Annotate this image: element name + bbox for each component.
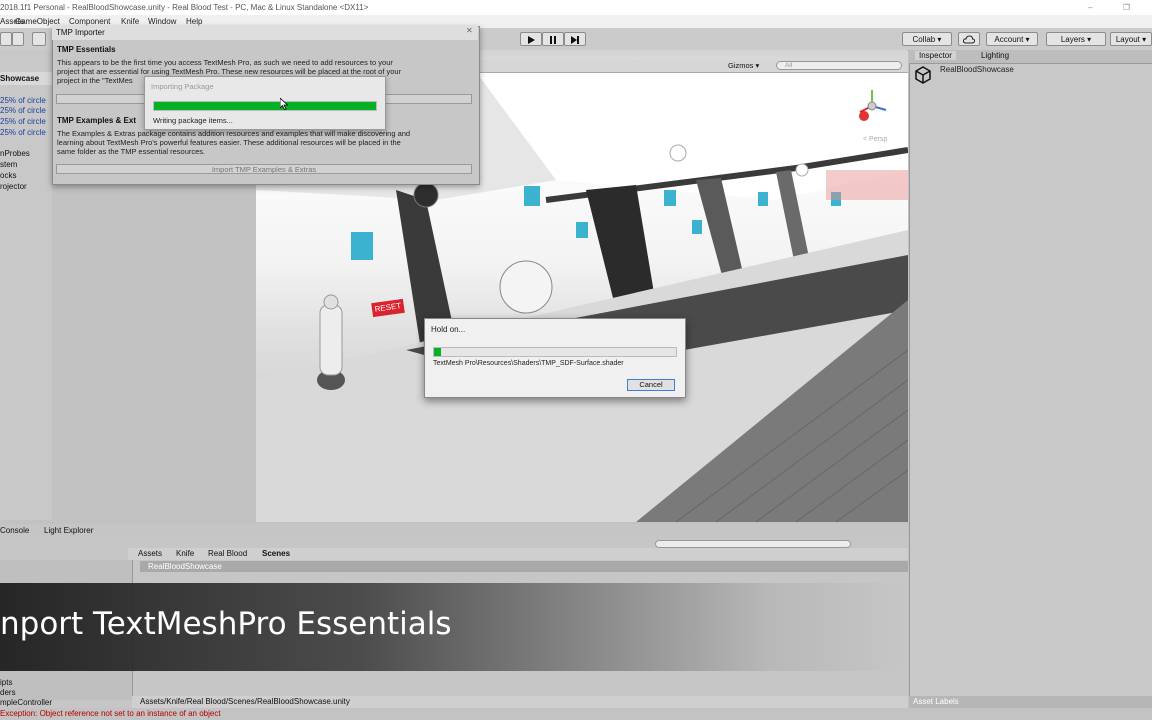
- hierarchy-item[interactable]: 25% of circle: [0, 117, 46, 126]
- inspector-tab-bar: Inspector Lighting: [909, 50, 1152, 64]
- hold-on-dialog: Hold on... TextMesh Pro\Resources\Shader…: [424, 318, 686, 398]
- essentials-text-3: project in the "TextMes: [57, 76, 133, 85]
- minimize-icon[interactable]: –: [1088, 3, 1106, 12]
- breadcrumb-knife[interactable]: Knife: [176, 549, 194, 558]
- importing-status: Writing package items...: [153, 116, 233, 125]
- mouse-cursor-icon: [279, 97, 289, 112]
- step-button[interactable]: [564, 32, 586, 46]
- examples-heading: TMP Examples & Ext: [57, 116, 136, 125]
- account-dropdown[interactable]: Account ▾: [986, 32, 1038, 46]
- persp-label[interactable]: < Persp: [863, 136, 887, 143]
- layers-dropdown[interactable]: Layers ▾: [1046, 32, 1106, 46]
- layers-label: Layers: [1060, 35, 1085, 44]
- scene-gizmo-axis[interactable]: [854, 86, 890, 128]
- window-controls: – ❐: [1088, 0, 1144, 15]
- tab-console[interactable]: Console: [0, 526, 29, 535]
- cloud-icon: [962, 35, 976, 44]
- gizmos-dropdown[interactable]: Gizmos ▾: [728, 61, 759, 70]
- import-progress-bar: [153, 101, 377, 111]
- asset-path-bar: Assets/Knife/Real Blood/Scenes/RealBlood…: [132, 696, 908, 708]
- step-icon: [571, 36, 579, 44]
- import-progress-fill: [154, 102, 376, 110]
- pause-icon: [550, 36, 556, 44]
- status-bar: Exception: Object reference not set to a…: [0, 708, 1152, 720]
- asset-labels-title[interactable]: Asset Labels: [913, 697, 959, 706]
- rect-tool-button[interactable]: [32, 32, 46, 46]
- video-caption-text: nport TextMeshPro Essentials: [0, 606, 452, 642]
- folder-item[interactable]: mpleController: [0, 698, 52, 707]
- breadcrumb-scenes[interactable]: Scenes: [262, 549, 290, 558]
- hierarchy-item[interactable]: ocks: [0, 171, 16, 180]
- tab-light-explorer[interactable]: Light Explorer: [44, 526, 93, 535]
- status-error-text[interactable]: Exception: Object reference not set to a…: [0, 709, 221, 718]
- hand-tool-button[interactable]: [0, 32, 12, 46]
- cancel-button[interactable]: Cancel: [627, 379, 675, 391]
- maximize-icon[interactable]: ❐: [1123, 3, 1144, 12]
- hierarchy-search-input[interactable]: All: [776, 61, 902, 70]
- hierarchy-item[interactable]: 25% of circle: [0, 128, 46, 137]
- layout-label: Layout: [1115, 35, 1140, 44]
- essentials-heading: TMP Essentials: [57, 45, 116, 54]
- project-search-input[interactable]: [655, 540, 851, 548]
- hierarchy-item[interactable]: rojector: [0, 182, 27, 191]
- tmp-importer-title: TMP Importer: [56, 28, 105, 37]
- import-examples-button[interactable]: Import TMP Examples & Extras: [56, 164, 472, 174]
- bottom-tab-bar: Console Light Explorer: [0, 524, 908, 538]
- axis-gizmo-icon: [859, 90, 887, 113]
- hold-on-file: TextMesh Pro\Resources\Shaders\TMP_SDF-S…: [433, 360, 624, 367]
- asset-path: Assets/Knife/Real Blood/Scenes/RealBlood…: [140, 697, 350, 706]
- hold-on-progress-fill: [434, 348, 442, 356]
- inspector-panel: [909, 50, 1152, 698]
- hierarchy-item[interactable]: 25% of circle: [0, 106, 46, 115]
- scene-toolbar: Gizmos ▾ All: [476, 60, 908, 73]
- hierarchy-item[interactable]: nProbes: [0, 149, 30, 158]
- asset-labels-bar: Asset Labels: [909, 696, 1152, 708]
- hierarchy-scene-header[interactable]: Showcase: [0, 72, 52, 85]
- tab-lighting[interactable]: Lighting: [981, 51, 1009, 60]
- collab-button[interactable]: Collab ▾: [902, 32, 952, 46]
- importing-package-title: Importing Package: [151, 82, 214, 91]
- tab-inspector[interactable]: Inspector: [915, 51, 956, 60]
- inspector-object-name: RealBloodShowcase: [940, 65, 1014, 74]
- window-title-bar: 2018.1f1 Personal - RealBloodShowcase.un…: [0, 0, 1152, 15]
- folder-item[interactable]: ders: [0, 688, 16, 697]
- unity-logo-icon: [914, 66, 932, 86]
- hierarchy-item[interactable]: 25% of circle: [0, 96, 46, 105]
- hold-on-progress-bar: [433, 347, 677, 357]
- importing-package-popup: Importing Package Writing package items.…: [144, 76, 386, 130]
- play-icon: [528, 36, 535, 44]
- folder-item[interactable]: ipts: [0, 678, 12, 687]
- tmp-importer-titlebar: TMP Importer ✕: [52, 26, 478, 40]
- breadcrumb-real-blood[interactable]: Real Blood: [208, 549, 247, 558]
- window-title: 2018.1f1 Personal - RealBloodShowcase.un…: [0, 3, 369, 12]
- breadcrumb: Assets Knife Real Blood Scenes: [128, 548, 908, 560]
- play-button[interactable]: [520, 32, 542, 46]
- pause-button[interactable]: [542, 32, 564, 46]
- hierarchy-item[interactable]: stem: [0, 160, 17, 169]
- selected-asset-name: RealBloodShowcase: [148, 562, 222, 571]
- close-icon[interactable]: ✕: [466, 26, 473, 35]
- cloud-button[interactable]: [958, 32, 980, 46]
- layout-dropdown[interactable]: Layout ▾: [1110, 32, 1152, 46]
- hold-on-title: Hold on...: [431, 325, 466, 334]
- move-tool-button[interactable]: [12, 32, 24, 46]
- search-placeholder: All: [785, 62, 793, 69]
- selected-asset-row[interactable]: RealBloodShowcase: [140, 561, 908, 572]
- examples-text-3: same folder as the TMP essential resourc…: [57, 147, 206, 156]
- account-label: Account: [994, 35, 1024, 44]
- breadcrumb-assets[interactable]: Assets: [138, 549, 162, 558]
